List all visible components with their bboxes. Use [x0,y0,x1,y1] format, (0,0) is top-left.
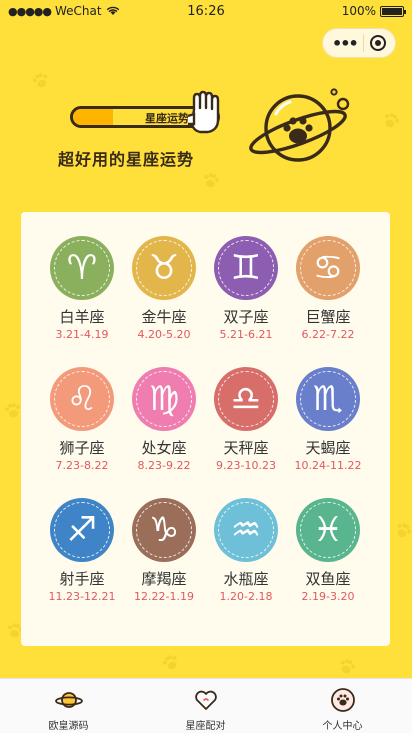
zodiac-item[interactable]: ♓ 双鱼座 2.19-3.20 [285,498,371,603]
zodiac-sign-icon: ♋ [296,236,360,300]
zodiac-name: 双子座 [223,308,269,326]
zodiac-item[interactable]: ♍ 处女座 8.23-9.22 [121,367,207,472]
zodiac-date-range: 10.24-11.22 [294,459,362,472]
zodiac-sign-icon: ♏ [296,367,360,431]
zodiac-sign-icon: ♊ [214,236,278,300]
zodiac-item[interactable]: ♊ 双子座 5.21-6.21 [203,236,289,341]
zodiac-date-range: 8.23-9.22 [137,459,191,472]
tab-bar: 欧皇源码 星座配对 个人中心 [0,678,412,733]
zodiac-sign-icon: ♓ [296,498,360,562]
tab-profile[interactable]: 个人中心 [274,679,411,733]
planet-icon [54,692,83,708]
zodiac-glyph: ♋ [312,248,344,288]
tab-match[interactable]: 星座配对 [137,679,274,733]
status-bar: ●●●●● WeChat 16:26 100% [0,0,412,22]
banner-tag-text: 星座运势 [145,112,189,125]
zodiac-name: 白羊座 [59,308,105,326]
status-right: 100% [341,4,406,18]
zodiac-sign-icon: ♎ [214,367,278,431]
capsule-divider [362,34,364,52]
zodiac-glyph: ♒ [230,510,262,550]
zodiac-date-range: 3.21-4.19 [55,328,109,341]
zodiac-glyph: ♐ [66,510,98,550]
zodiac-item[interactable]: ♋ 巨蟹座 6.22-7.22 [285,236,371,341]
zodiac-name: 摩羯座 [141,570,187,588]
zodiac-item[interactable]: ♒ 水瓶座 1.20-2.18 [203,498,289,603]
zodiac-item[interactable]: ♐ 射手座 11.23-12.21 [39,498,125,603]
zodiac-grid: ♈ 白羊座 3.21-4.19 ♉ 金牛座 4.20-5.20 ♊ 双子座 5.21-6.21 ♋… [21,212,390,646]
battery-level [382,7,402,15]
zodiac-glyph: ♈ [66,248,98,288]
zodiac-date-range: 4.20-5.20 [137,328,191,341]
zodiac-name: 双鱼座 [305,570,351,588]
zodiac-name: 金牛座 [141,308,187,326]
paw-decoration-icon [333,653,361,681]
zodiac-date-range: 11.23-12.21 [48,590,116,603]
zodiac-name: 射手座 [59,570,105,588]
zodiac-sign-icon: ♍ [132,367,196,431]
mini-program-capsule: ••• [322,28,396,58]
zodiac-date-range: 1.20-2.18 [219,590,273,603]
tab-label: 欧皇源码 [48,721,89,732]
zodiac-sign-icon: ♐ [50,498,114,562]
zodiac-sign-icon: ♈ [50,236,114,300]
zodiac-date-range: 9.23-10.23 [216,459,276,472]
zodiac-item[interactable]: ♉ 金牛座 4.20-5.20 [121,236,207,341]
zodiac-glyph: ♎ [230,379,262,419]
zodiac-date-range: 6.22-7.22 [301,328,355,341]
zodiac-item[interactable]: ♌ 狮子座 7.23-8.22 [39,367,125,472]
zodiac-name: 处女座 [141,439,187,457]
zodiac-date-range: 12.22-1.19 [134,590,194,603]
zodiac-glyph: ♉ [148,248,180,288]
zodiac-glyph: ♍ [148,379,180,419]
zodiac-item[interactable]: ♑ 摩羯座 12.22-1.19 [121,498,207,603]
battery-label: 100% [341,4,376,18]
heart-icon [194,690,217,710]
zodiac-date-range: 7.23-8.22 [55,459,109,472]
zodiac-glyph: ♌ [66,379,98,419]
tab-label: 个人中心 [322,721,363,732]
hand-icon [187,90,220,134]
zodiac-glyph: ♊ [230,248,262,288]
zodiac-date-range: 5.21-6.21 [219,328,273,341]
zodiac-card: ♈ 白羊座 3.21-4.19 ♉ 金牛座 4.20-5.20 ♊ 双子座 5.21-6.21 ♋… [21,212,390,646]
tab-label: 星座配对 [185,721,226,732]
zodiac-name: 天蝎座 [305,439,351,457]
zodiac-glyph: ♑ [148,510,180,550]
zodiac-item[interactable]: ♎ 天秤座 9.23-10.23 [203,367,289,472]
zodiac-name: 狮子座 [59,439,105,457]
zodiac-sign-icon: ♉ [132,236,196,300]
battery-icon [380,5,406,17]
paw-icon [330,688,355,712]
header-banner: 星座运势 超好用的星座运势 [0,80,412,190]
banner-slogan: 超好用的星座运势 [58,150,195,169]
zodiac-item[interactable]: ♏ 天蝎座 10.24-11.22 [285,367,371,472]
zodiac-sign-icon: ♌ [50,367,114,431]
zodiac-name: 水瓶座 [223,570,269,588]
zodiac-glyph: ♏ [312,379,344,419]
zodiac-sign-icon: ♒ [214,498,278,562]
zodiac-item[interactable]: ♈ 白羊座 3.21-4.19 [39,236,125,341]
target-close-icon[interactable] [369,35,386,51]
zodiac-glyph: ♓ [312,510,344,550]
banner-tag-accent [73,109,113,125]
zodiac-sign-icon: ♑ [132,498,196,562]
tab-home[interactable]: 欧皇源码 [0,679,137,733]
paw-decoration-icon [388,516,412,546]
zodiac-name: 天秤座 [223,439,269,457]
more-dots-icon[interactable]: ••• [332,34,359,53]
zodiac-date-range: 2.19-3.20 [301,590,355,603]
paw-decoration-icon [156,648,185,677]
zodiac-name: 巨蟹座 [305,308,351,326]
planet-paw-icon [249,88,350,162]
